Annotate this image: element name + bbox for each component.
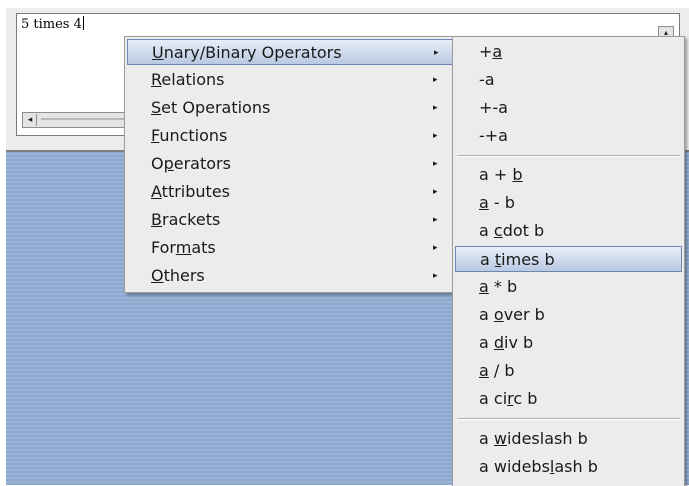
menu-item-label: a + b xyxy=(479,165,523,184)
menu-item-label: a times b xyxy=(480,250,555,269)
menu-item-label: -a xyxy=(479,70,495,89)
menu-item-label: a cdot b xyxy=(479,221,545,240)
menu-item-label: a / b xyxy=(479,361,515,380)
menu-item-label: a circ b xyxy=(479,389,538,408)
menu-item-label: Brackets xyxy=(151,210,221,229)
submenu-item-a-cdot-b[interactable]: a cdot b xyxy=(455,218,682,244)
menu-item-label: Attributes xyxy=(151,182,230,201)
submenu-arrow-icon: ▸ xyxy=(433,187,438,197)
submenu-item-a-circ-b[interactable]: a circ b xyxy=(455,386,682,412)
menu-item-label: Set Operations xyxy=(151,98,271,117)
submenu-item-a-star-b[interactable]: a * b xyxy=(455,274,682,300)
menu-item-set-operations[interactable]: Set Operations ▸ xyxy=(127,95,453,121)
submenu-item-minusplus-a[interactable]: -+a xyxy=(455,123,682,149)
submenu-item-a-slash-b[interactable]: a / b xyxy=(455,358,682,384)
menu-item-functions[interactable]: Functions ▸ xyxy=(127,123,453,149)
menu-item-label: +a xyxy=(479,42,503,61)
context-menu: Unary/Binary Operators ▸ Relations ▸ Set… xyxy=(124,36,456,293)
submenu-item-a-over-b[interactable]: a over b xyxy=(455,302,682,328)
horizontal-scrollbar[interactable]: ◂ xyxy=(22,112,134,128)
menu-item-brackets[interactable]: Brackets ▸ xyxy=(127,207,453,233)
menu-item-label: a - b xyxy=(479,193,515,212)
submenu-arrow-icon: ▸ xyxy=(433,75,438,85)
formula-text: 5 times 4 xyxy=(21,16,84,32)
scrollbar-thumb[interactable] xyxy=(41,118,131,120)
menu-item-attributes[interactable]: Attributes ▸ xyxy=(127,179,453,205)
menu-separator xyxy=(457,418,680,420)
menu-item-label: a div b xyxy=(479,333,534,352)
operators-submenu: +a -a +-a -+a a + b a - b a cdot b a tim… xyxy=(452,36,685,486)
menu-item-label: Relations xyxy=(151,70,225,89)
menu-item-label: a wideslash b xyxy=(479,429,588,448)
menu-item-label: Functions xyxy=(151,126,228,145)
menu-item-label: a * b xyxy=(479,277,518,296)
menu-item-operators[interactable]: Operators ▸ xyxy=(127,151,453,177)
submenu-item-a-minus-b[interactable]: a - b xyxy=(455,190,682,216)
application-window: 5 times 4 ▴ ◂ Unary/Binary Operators ▸ R… xyxy=(0,0,689,486)
menu-separator xyxy=(457,155,680,157)
menu-item-label: Others xyxy=(151,266,205,285)
submenu-item-plus-a[interactable]: +a xyxy=(455,39,682,65)
menu-item-relations[interactable]: Relations ▸ xyxy=(127,67,453,93)
menu-item-label: a widebslash b xyxy=(479,457,598,476)
submenu-arrow-icon: ▸ xyxy=(433,215,438,225)
submenu-item-a-wideslash-b[interactable]: a wideslash b xyxy=(455,426,682,452)
submenu-arrow-icon: ▸ xyxy=(433,103,438,113)
submenu-item-a-div-b[interactable]: a div b xyxy=(455,330,682,356)
menu-item-formats[interactable]: Formats ▸ xyxy=(127,235,453,261)
submenu-arrow-icon: ▸ xyxy=(433,271,438,281)
submenu-item-a-times-b[interactable]: a times b xyxy=(455,246,682,272)
submenu-arrow-icon: ▸ xyxy=(433,159,438,169)
menu-item-label: a over b xyxy=(479,305,545,324)
scroll-left-arrow-icon[interactable]: ◂ xyxy=(24,114,37,126)
submenu-item-plusminus-a[interactable]: +-a xyxy=(455,95,682,121)
submenu-item-a-plus-b[interactable]: a + b xyxy=(455,162,682,188)
menu-item-label: -+a xyxy=(479,126,508,145)
menu-item-label: Unary/Binary Operators xyxy=(152,43,342,62)
menu-item-unary-binary-operators[interactable]: Unary/Binary Operators ▸ xyxy=(127,39,453,65)
menu-item-label: Operators xyxy=(151,154,231,173)
menu-item-label: +-a xyxy=(479,98,508,117)
submenu-item-a-widebslash-b[interactable]: a widebslash b xyxy=(455,454,682,480)
submenu-item-minus-a[interactable]: -a xyxy=(455,67,682,93)
submenu-arrow-icon: ▸ xyxy=(433,243,438,253)
submenu-arrow-icon: ▸ xyxy=(433,131,438,141)
menu-item-label: Formats xyxy=(151,238,216,257)
submenu-arrow-icon: ▸ xyxy=(434,48,439,58)
text-caret xyxy=(82,16,84,30)
menu-item-others[interactable]: Others ▸ xyxy=(127,263,453,289)
